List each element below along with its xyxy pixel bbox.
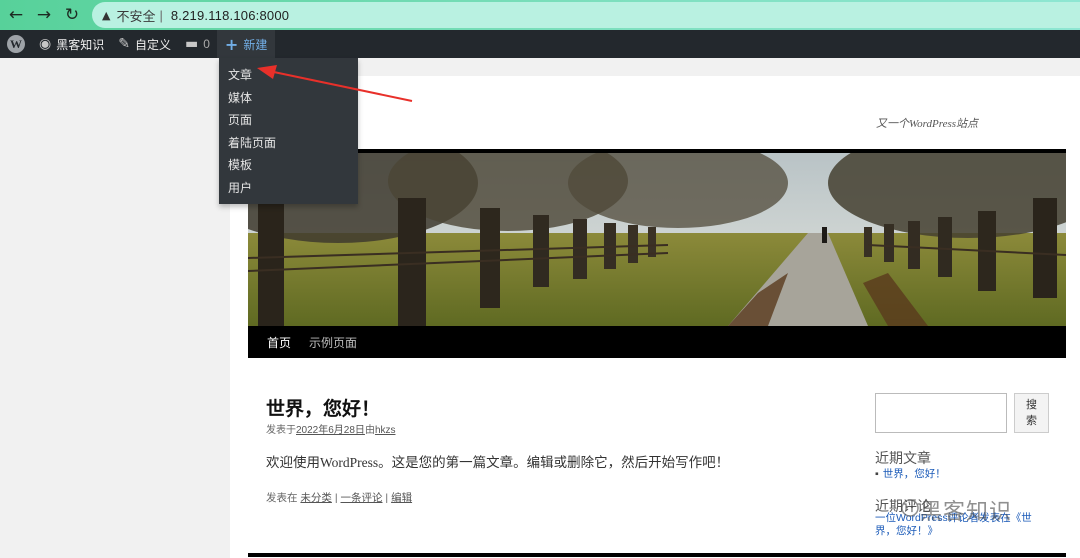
meta-prefix: 发表于	[266, 425, 296, 436]
customize-label: 自定义	[134, 37, 171, 52]
customize-link[interactable]: ✎ 自定义	[111, 30, 178, 58]
arrow-right-icon: →	[36, 5, 52, 25]
pipe-2: |	[385, 492, 389, 504]
wp-logo-button[interactable]: W	[0, 30, 32, 58]
recent-posts-title: 近期文章	[875, 450, 931, 466]
menu-item-landing-page[interactable]: 着陆页面	[219, 132, 358, 155]
edit-link[interactable]: 编辑	[391, 492, 412, 504]
wp-admin-bar: W ◉ 黑客知识 ✎ 自定义 ▬ 0 + 新建	[0, 30, 1080, 58]
site-name-link[interactable]: ◉ 黑客知识	[32, 30, 111, 58]
reload-button[interactable]: ↻	[58, 1, 86, 29]
recent-posts-list: ▪ 世界，您好！	[875, 466, 946, 481]
brush-icon: ✎	[118, 36, 130, 52]
url-text[interactable]: 8.219.118.106:8000	[171, 8, 289, 23]
header-image	[248, 149, 1066, 326]
meta-by: 由	[364, 425, 375, 436]
arrow-left-icon: ←	[8, 5, 24, 25]
pipe-1: |	[334, 492, 338, 504]
back-button[interactable]: ←	[2, 1, 30, 29]
comment-link[interactable]: 一条评论	[341, 492, 383, 504]
nav-sample-page[interactable]: 示例页面	[309, 334, 357, 351]
post-content: 欢迎使用WordPress。这是您的第一篇文章。编辑或删除它，然后开始写作吧！	[266, 455, 730, 470]
security-label[interactable]: 不安全	[116, 6, 155, 25]
tree-avenue-image	[248, 153, 1066, 326]
annotation-arrow-icon	[257, 65, 413, 102]
comment-icon: ▬	[184, 36, 199, 52]
wechat-icon	[901, 499, 919, 517]
address-bar[interactable]: ▲ 不安全 | 8.219.118.106:8000	[92, 2, 1080, 28]
comments-link[interactable]: ▬ 0	[178, 30, 217, 58]
footer-prefix: 发表在	[266, 492, 298, 504]
watermark-text: 黑客知识	[920, 500, 1013, 525]
wordpress-logo-icon: W	[7, 35, 25, 53]
warning-icon: ▲	[102, 8, 111, 22]
new-content-label: 新建	[243, 37, 268, 52]
new-content-button[interactable]: + 新建	[216, 30, 276, 58]
menu-item-page[interactable]: 页面	[219, 109, 358, 132]
browser-toolbar: ← → ↻ ▲ 不安全 | 8.219.118.106:8000	[0, 0, 1080, 30]
url-separator: |	[159, 7, 163, 23]
list-bullet: ▪	[875, 468, 879, 480]
post-title[interactable]: 世界，您好！	[266, 394, 380, 421]
site-tagline: 又一个WordPress站点	[876, 118, 979, 130]
reload-icon: ↻	[64, 5, 80, 25]
site-name-label: 黑客知识	[56, 37, 105, 52]
recent-post-link[interactable]: 世界，您好！	[883, 468, 946, 480]
post-meta: 发表于2022年6月28日由hkzs	[266, 421, 396, 436]
bottom-divider	[248, 553, 1066, 557]
author-link[interactable]: hkzs	[375, 425, 396, 436]
dashboard-icon: ◉	[39, 36, 52, 52]
menu-item-user[interactable]: 用户	[219, 177, 358, 200]
forward-button[interactable]: →	[30, 1, 58, 29]
nav-home[interactable]: 首页	[267, 334, 291, 351]
menu-item-template[interactable]: 模板	[219, 154, 358, 177]
comments-count: 0	[203, 37, 210, 51]
post-date-link[interactable]: 2022年6月28日	[296, 425, 365, 436]
search-button[interactable]: 搜索	[1014, 393, 1049, 433]
site-nav: 首页 示例页面	[248, 326, 1066, 358]
category-link[interactable]: 未分类	[300, 492, 332, 504]
plus-icon: +	[224, 34, 239, 54]
search-input[interactable]	[875, 393, 1007, 433]
post-footer: 发表在 未分类 | 一条评论 | 编辑	[266, 490, 412, 505]
